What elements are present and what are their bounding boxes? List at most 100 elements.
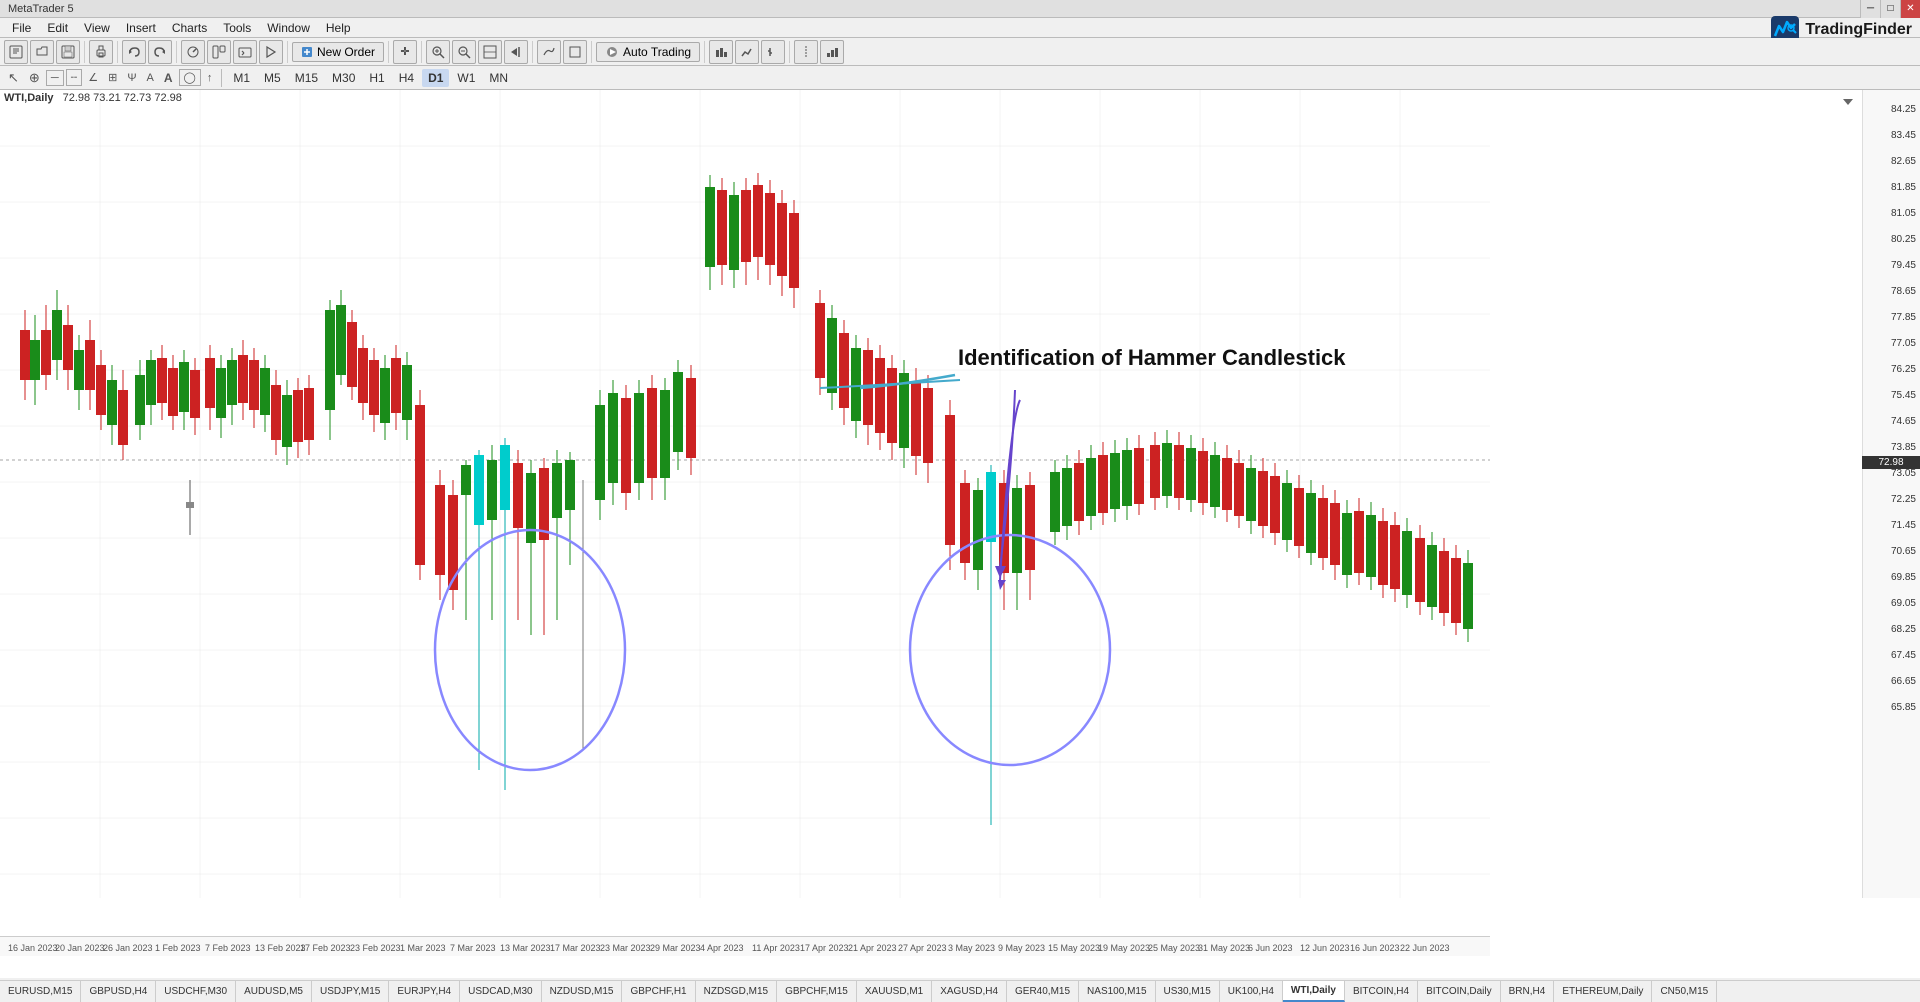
- ellipse-tool[interactable]: ◯: [179, 69, 201, 86]
- date-17feb: 17 Feb 2023: [300, 943, 351, 953]
- auto-trading-button[interactable]: Auto Trading: [596, 42, 700, 62]
- chart-canvas[interactable]: Identification of Hammer Candlestick: [0, 90, 1490, 898]
- print-button[interactable]: [89, 40, 113, 64]
- tab-bitcoin-h4[interactable]: BITCOIN,H4: [1345, 981, 1418, 1002]
- collapse-panel-button[interactable]: [1838, 92, 1858, 112]
- tf-m15[interactable]: M15: [289, 69, 324, 87]
- new-chart-button[interactable]: [4, 40, 28, 64]
- tf-w1[interactable]: W1: [451, 69, 481, 87]
- line-chart-button[interactable]: [735, 40, 759, 64]
- tab-ethereum-daily[interactable]: ETHEREUM,Daily: [1554, 981, 1652, 1002]
- candle-body: [1222, 458, 1232, 510]
- menu-charts[interactable]: Charts: [164, 19, 215, 37]
- tab-nas100-m15[interactable]: NAS100,M15: [1079, 981, 1155, 1002]
- price-label-8425: 84.25: [1891, 104, 1916, 115]
- chart-type-button[interactable]: [709, 40, 733, 64]
- angle-tool[interactable]: ∠: [84, 70, 102, 85]
- menu-tools[interactable]: Tools: [215, 19, 259, 37]
- indicators-button[interactable]: [537, 40, 561, 64]
- menu-window[interactable]: Window: [259, 19, 318, 37]
- candle-body: [227, 360, 237, 405]
- crosshair-tool[interactable]: ⊕: [25, 69, 44, 87]
- navigator-button[interactable]: [207, 40, 231, 64]
- tab-gbpchf-h1[interactable]: GBPCHF,H1: [622, 981, 695, 1002]
- candle-body: [205, 358, 215, 408]
- new-order-button[interactable]: New Order: [292, 42, 384, 62]
- tab-nzdsgd-m15[interactable]: NZDSGD,M15: [696, 981, 777, 1002]
- menu-file[interactable]: File: [4, 19, 39, 37]
- tab-xagusd-h4[interactable]: XAGUSD,H4: [932, 981, 1007, 1002]
- menu-view[interactable]: View: [76, 19, 118, 37]
- candle-body: [777, 203, 787, 276]
- candle-body: [190, 370, 200, 418]
- tab-eurusd-m15[interactable]: EURUSD,M15: [0, 981, 81, 1002]
- candle-body: [539, 468, 549, 540]
- arrow-tool[interactable]: ↑: [203, 71, 217, 85]
- candle-body: [435, 485, 445, 575]
- tab-usdjpy-m15[interactable]: USDJPY,M15: [312, 981, 389, 1002]
- menu-edit[interactable]: Edit: [39, 19, 76, 37]
- undo-button[interactable]: [122, 40, 146, 64]
- tab-cn50-m15[interactable]: CN50,M15: [1652, 981, 1717, 1002]
- tab-wti-daily[interactable]: WTI,Daily: [1283, 981, 1345, 1002]
- tab-usdcad-m30[interactable]: USDCAD,M30: [460, 981, 541, 1002]
- date-26jan: 26 Jan 2023: [103, 943, 153, 953]
- tab-gbpchf-m15[interactable]: GBPCHF,M15: [777, 981, 857, 1002]
- objects-button[interactable]: [563, 40, 587, 64]
- menu-insert[interactable]: Insert: [118, 19, 164, 37]
- price-label-7705: 77.05: [1891, 338, 1916, 349]
- channel-tool[interactable]: ⊞: [104, 70, 121, 85]
- terminal-button[interactable]: [233, 40, 257, 64]
- bottom-tab-bar: EURUSD,M15 GBPUSD,H4 USDCHF,M30 AUDUSD,M…: [0, 980, 1920, 1002]
- market-watch-button[interactable]: [181, 40, 205, 64]
- tab-eurjpy-h4[interactable]: EURJPY,H4: [389, 981, 460, 1002]
- tab-brn-h4[interactable]: BRN,H4: [1501, 981, 1555, 1002]
- candle-body: [461, 465, 471, 495]
- tf-h1[interactable]: H1: [363, 69, 390, 87]
- minimize-button[interactable]: ─: [1860, 0, 1880, 18]
- cursor-tool[interactable]: ↖: [4, 69, 23, 87]
- tf-d1[interactable]: D1: [422, 69, 449, 87]
- tf-h4[interactable]: H4: [393, 69, 420, 87]
- maximize-button[interactable]: □: [1880, 0, 1900, 18]
- save-button[interactable]: [56, 40, 80, 64]
- tab-usdchf-m30[interactable]: USDCHF,M30: [156, 981, 236, 1002]
- tab-gbpusd-h4[interactable]: GBPUSD,H4: [81, 981, 156, 1002]
- open-button[interactable]: [30, 40, 54, 64]
- zoom-out-button[interactable]: [452, 40, 476, 64]
- tab-bitcoin-daily[interactable]: BITCOIN,Daily: [1418, 981, 1501, 1002]
- tab-ger40-m15[interactable]: GER40,M15: [1007, 981, 1079, 1002]
- tf-m30[interactable]: M30: [326, 69, 361, 87]
- bold-text-tool[interactable]: A: [160, 70, 177, 86]
- price-label-6665: 66.65: [1891, 676, 1916, 687]
- period-sep-button[interactable]: [794, 40, 818, 64]
- scroll-end-button[interactable]: [504, 40, 528, 64]
- candle-body: [565, 460, 575, 510]
- crosshair-button[interactable]: ✛: [393, 40, 417, 64]
- scale-fit-button[interactable]: [478, 40, 502, 64]
- menu-help[interactable]: Help: [318, 19, 359, 37]
- line-tool[interactable]: ─: [46, 70, 64, 86]
- strategy-tester-button[interactable]: [259, 40, 283, 64]
- close-button[interactable]: ✕: [1900, 0, 1920, 18]
- fib-tool[interactable]: Ψ: [123, 71, 140, 85]
- bar-chart-button[interactable]: [761, 40, 785, 64]
- candle-body: [85, 340, 95, 390]
- tf-m5[interactable]: M5: [258, 69, 287, 87]
- candle-body: [1162, 443, 1172, 496]
- tf-mn[interactable]: MN: [483, 69, 514, 87]
- tab-nzdusd-m15[interactable]: NZDUSD,M15: [542, 981, 623, 1002]
- redo-button[interactable]: [148, 40, 172, 64]
- ohlc-display: 72.98 73.21 72.73 72.98: [63, 92, 182, 104]
- tf-m1[interactable]: M1: [227, 69, 256, 87]
- tab-uk100-h4[interactable]: UK100,H4: [1220, 981, 1283, 1002]
- date-17apr: 17 Apr 2023: [800, 943, 849, 953]
- zoom-in-button[interactable]: [426, 40, 450, 64]
- date-31may: 31 May 2023: [1198, 943, 1250, 953]
- tab-xauusd-m1[interactable]: XAUUSD,M1: [857, 981, 932, 1002]
- text-tool[interactable]: A: [143, 71, 158, 85]
- tab-audusd-m5[interactable]: AUDUSD,M5: [236, 981, 312, 1002]
- tab-us30-m15[interactable]: US30,M15: [1156, 981, 1220, 1002]
- hline-tool[interactable]: ╌: [66, 69, 83, 86]
- volumes-button[interactable]: [820, 40, 844, 64]
